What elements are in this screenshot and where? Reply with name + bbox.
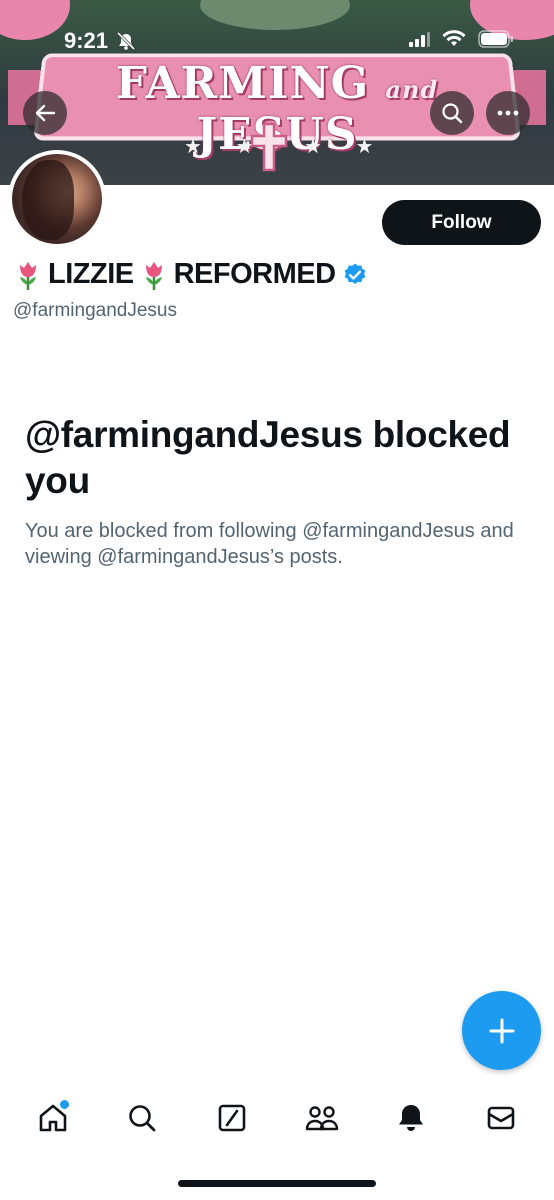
status-icons <box>408 30 514 48</box>
messages-icon <box>487 1106 515 1130</box>
blocked-title: @farmingandJesus blocked you <box>25 414 511 501</box>
communities-icon <box>305 1106 338 1131</box>
tulip-icon <box>145 261 162 290</box>
nav-communities[interactable] <box>297 1093 347 1143</box>
search-profile-button[interactable] <box>430 91 474 135</box>
nav-grok[interactable] <box>207 1093 257 1143</box>
status-time-text: 9:21 <box>64 28 109 53</box>
follow-button[interactable]: Follow <box>382 200 541 245</box>
wifi-icon <box>442 30 466 46</box>
display-name-part2: REFORMED <box>173 258 336 290</box>
display-name-part1: LIZZIE <box>48 258 134 290</box>
search-icon <box>442 103 463 124</box>
back-arrow-icon <box>35 104 56 122</box>
compose-button[interactable] <box>462 991 541 1070</box>
status-time: 9:21 <box>64 28 136 54</box>
search-icon <box>129 1105 156 1132</box>
profile-handle: @farmingandJesus <box>13 300 177 321</box>
battery-icon <box>478 30 513 48</box>
more-dots-icon <box>497 110 519 116</box>
display-name: LIZZIE REFORMED <box>14 258 368 291</box>
home-notification-dot <box>57 1098 71 1111</box>
nav-messages[interactable] <box>476 1093 526 1143</box>
silent-bell-icon <box>117 31 136 51</box>
banner-stars-left: ★ ★ <box>184 136 268 158</box>
more-options-button[interactable] <box>486 91 530 135</box>
nav-home[interactable] <box>28 1093 78 1143</box>
plus-icon <box>489 1018 514 1043</box>
banner-stars-right: ★ ★ <box>304 136 388 158</box>
tulip-icon <box>20 261 36 290</box>
back-button[interactable] <box>23 91 67 135</box>
banner-title-mid: and <box>385 75 439 104</box>
banner-flower <box>0 0 70 40</box>
nav-notifications[interactable] <box>386 1093 436 1143</box>
verified-badge-icon[interactable] <box>342 262 368 288</box>
grok-icon <box>218 1104 246 1132</box>
bottom-nav <box>0 1090 554 1146</box>
nav-explore[interactable] <box>117 1093 167 1143</box>
home-indicator <box>178 1180 376 1187</box>
notifications-icon <box>399 1105 424 1131</box>
banner-foliage <box>200 0 350 30</box>
banner-title-left: FARMING <box>115 58 370 109</box>
blocked-description: You are blocked from following @farminga… <box>25 520 514 568</box>
signal-icon <box>409 32 430 47</box>
avatar-image <box>12 154 102 244</box>
profile-avatar[interactable] <box>8 150 106 248</box>
